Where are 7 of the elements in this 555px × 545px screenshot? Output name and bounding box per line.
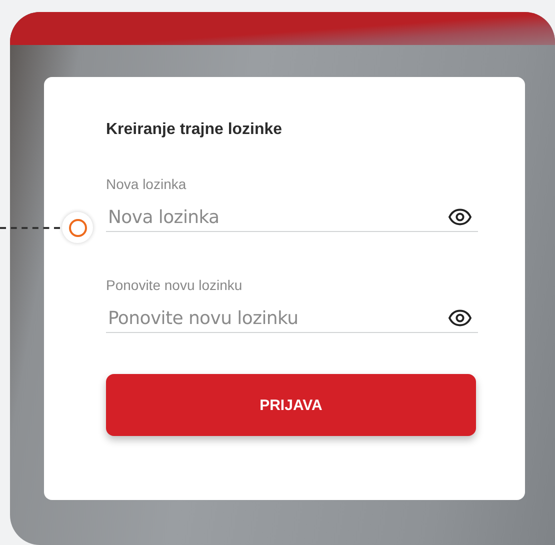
field-label: Nova lozinka <box>106 175 188 193</box>
field-label: Ponovite novu lozinku <box>106 276 244 294</box>
login-button[interactable]: PRIJAVA <box>106 374 476 436</box>
form-title: Kreiranje trajne lozinke <box>106 120 284 140</box>
leader-line <box>0 227 60 229</box>
password-field[interactable]: Ponovite novu lozinku <box>106 304 478 333</box>
password-field[interactable]: Nova lozinka <box>106 203 478 232</box>
